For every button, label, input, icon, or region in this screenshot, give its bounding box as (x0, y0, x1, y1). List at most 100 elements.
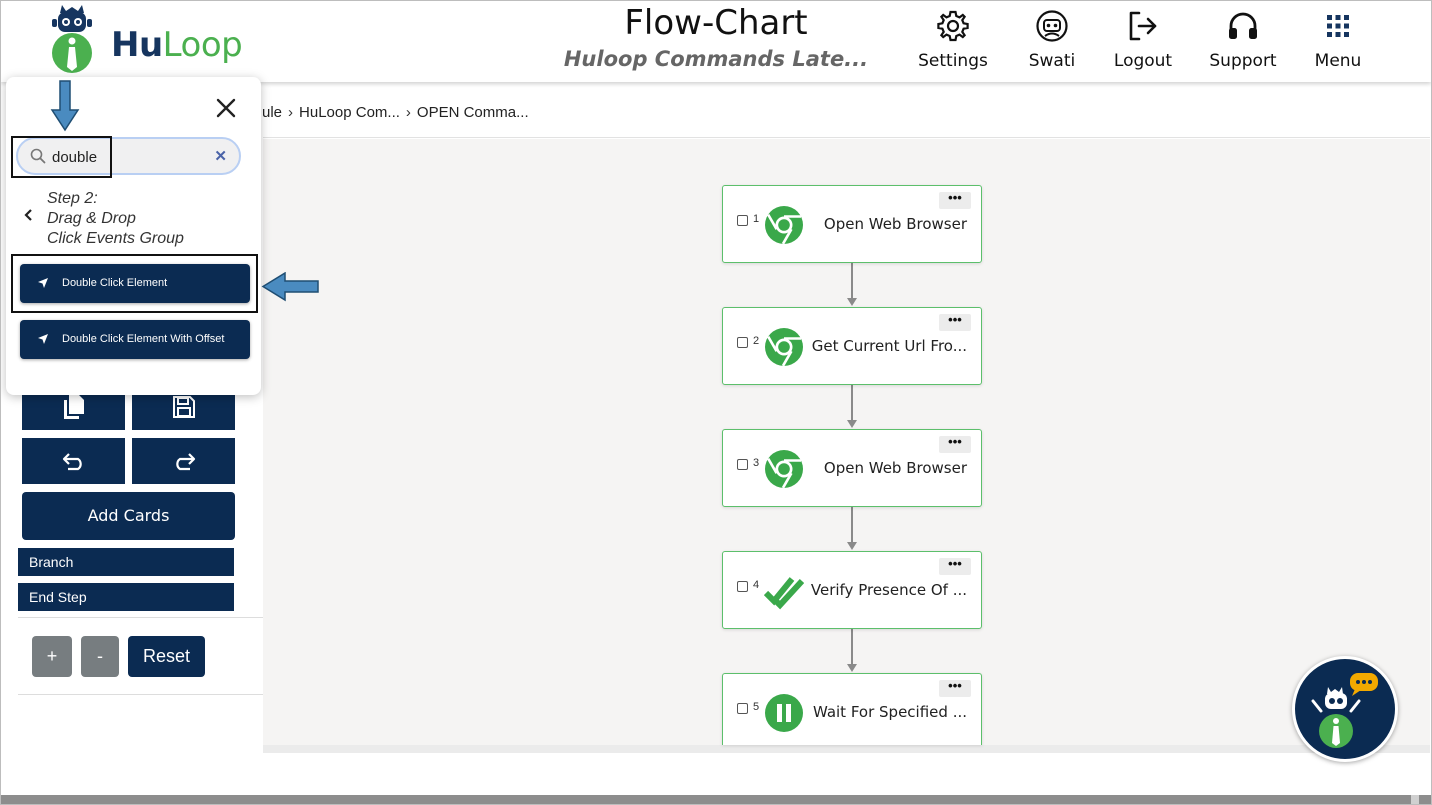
command-label: Double Click Element With Offset (62, 333, 225, 345)
nav-logout-label: Logout (1113, 51, 1173, 71)
card-checkbox[interactable] (737, 581, 748, 592)
add-cards-button[interactable]: Add Cards (22, 492, 235, 540)
title-block: Flow-Chart Huloop Commands Late... (541, 3, 891, 71)
card-checkbox[interactable] (737, 703, 748, 714)
card-title: Open Web Browser (823, 459, 967, 477)
breadcrumb-item-module[interactable]: ule (262, 104, 282, 121)
more-options-icon[interactable]: ••• (939, 679, 971, 697)
nav-settings[interactable]: Settings (903, 9, 1003, 71)
flow-card[interactable]: ••• 1 Open Web Browser (722, 185, 982, 263)
card-title: Verify Presence Of ... (810, 581, 967, 599)
step-action: Drag & Drop (47, 210, 136, 227)
flow-card[interactable]: ••• 4 Verify Presence Of ... (722, 551, 982, 629)
connector-arrow-icon (847, 542, 857, 550)
page-title: Flow-Chart (624, 3, 808, 43)
copy-icon (63, 395, 84, 419)
zoom-out-button[interactable]: - (81, 636, 119, 677)
card-number: 4 (753, 579, 760, 591)
grid-menu-icon (1327, 15, 1349, 37)
more-options-icon[interactable]: ••• (939, 557, 971, 575)
highlight-box-search (11, 136, 112, 178)
chatbot-button[interactable] (1292, 656, 1398, 762)
chrome-icon (765, 328, 803, 367)
nav-settings-label: Settings (918, 51, 988, 71)
redo-button[interactable] (132, 438, 235, 484)
connector-arrow-icon (847, 420, 857, 428)
command-search-popover: ✕ Step 2: Drag & Drop Click Events Group… (6, 77, 261, 395)
connector-line (851, 506, 853, 542)
headphones-icon (1229, 12, 1257, 39)
flow-card[interactable]: ••• 2 Get Current Url Fro... (722, 307, 982, 385)
chevron-left-icon[interactable] (23, 208, 33, 222)
highlight-box-command (11, 254, 258, 313)
reset-button[interactable]: Reset (128, 636, 205, 677)
step-instructions: Step 2: Drag & Drop Click Events Group (47, 189, 184, 249)
card-checkbox[interactable] (737, 459, 748, 470)
horizontal-scrollbar[interactable] (1, 795, 1431, 804)
undo-icon (62, 453, 82, 471)
more-options-icon[interactable]: ••• (939, 191, 971, 209)
navigation-arrow-icon (38, 334, 48, 344)
pause-icon (765, 694, 803, 732)
nav-user[interactable]: Swati (1002, 9, 1102, 71)
divider (18, 617, 263, 618)
card-number: 5 (753, 701, 760, 713)
card-number: 2 (753, 335, 760, 347)
command-double-click-element-with-offset[interactable]: Double Click Element With Offset (20, 320, 250, 359)
annotation-down-arrow-icon (50, 80, 80, 132)
undo-button[interactable] (22, 438, 125, 484)
huloop-logo[interactable]: HuLoop (45, 1, 265, 81)
connector-line (851, 628, 853, 664)
branch-button[interactable]: Branch (18, 548, 234, 576)
card-number: 1 (753, 213, 760, 225)
robot-avatar-icon (1036, 10, 1068, 42)
step-number: Step 2: (47, 190, 98, 207)
annotation-left-arrow-icon (261, 272, 319, 302)
more-options-icon[interactable]: ••• (939, 435, 971, 453)
page-subtitle: Huloop Commands Late... (563, 47, 869, 71)
card-title: Wait For Specified ... (812, 703, 967, 721)
connector-line (851, 262, 853, 298)
breadcrumb-item-open-commands[interactable]: OPEN Comma... (417, 104, 529, 121)
more-options-icon[interactable]: ••• (939, 313, 971, 331)
redo-icon (175, 453, 195, 471)
robot-logo-icon (52, 5, 92, 73)
card-checkbox[interactable] (737, 215, 748, 226)
footer-area (1, 753, 1431, 795)
card-title: Open Web Browser (823, 215, 967, 233)
zoom-in-button[interactable]: + (32, 636, 72, 677)
end-step-button[interactable]: End Step (18, 583, 234, 611)
nav-user-label: Swati (1028, 51, 1076, 71)
connector-arrow-icon (847, 664, 857, 672)
canvas-bottom-edge (263, 745, 1430, 753)
breadcrumb-separator-icon: › (405, 104, 411, 121)
logo-text-loop: Loop (162, 25, 243, 65)
clear-search-icon[interactable]: ✕ (214, 147, 227, 165)
connector-arrow-icon (847, 298, 857, 306)
breadcrumb-separator-icon: › (288, 104, 294, 121)
nav-logout[interactable]: Logout (1093, 9, 1193, 71)
double-check-icon (764, 577, 804, 610)
connector-line (851, 384, 853, 420)
top-header: HuLoop Flow-Chart Huloop Commands Late..… (1, 1, 1431, 82)
card-number: 3 (753, 457, 760, 469)
nav-menu-label: Menu (1314, 51, 1362, 71)
logo-text: HuLoop (111, 25, 243, 65)
nav-support[interactable]: Support (1193, 9, 1293, 71)
step-group: Click Events Group (47, 230, 184, 247)
nav-support-label: Support (1209, 51, 1277, 71)
card-checkbox[interactable] (737, 337, 748, 348)
card-title: Get Current Url Fro... (811, 337, 967, 355)
close-icon[interactable] (215, 97, 237, 119)
breadcrumb-item-huloop-commands[interactable]: HuLoop Com... (299, 104, 400, 121)
breadcrumb: ule › HuLoop Com... › OPEN Comma... (262, 104, 529, 121)
robot-chat-icon (1311, 673, 1378, 748)
nav-menu[interactable]: Menu (1288, 9, 1388, 71)
flow-card[interactable]: ••• 5 Wait For Specified ... (722, 673, 982, 745)
chrome-icon (765, 206, 803, 245)
divider (18, 694, 263, 695)
scrollbar-thumb[interactable] (1411, 795, 1419, 804)
flow-card[interactable]: ••• 3 Open Web Browser (722, 429, 982, 507)
save-icon (172, 396, 195, 418)
chrome-icon (765, 450, 803, 489)
